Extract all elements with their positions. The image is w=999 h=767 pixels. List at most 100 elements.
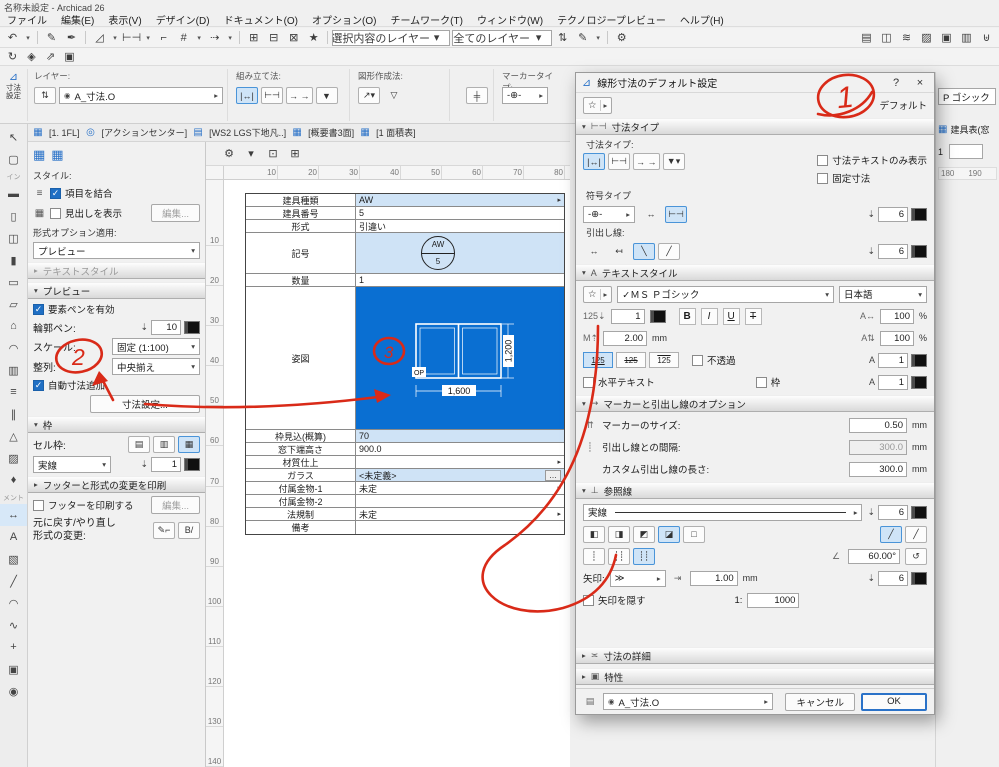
menu-design[interactable]: デザイン(D) [149, 12, 217, 27]
figure-tool-icon[interactable]: ▣ [0, 658, 27, 680]
outline-pen-control[interactable]: ⇣ 10 [140, 319, 200, 335]
tab-icon-menseki[interactable]: ▦ [359, 127, 371, 138]
menu-tech-preview[interactable]: テクノロジープレビュー [550, 12, 673, 27]
grid-snap-icon[interactable]: # [175, 30, 192, 46]
underline-button[interactable]: U [722, 307, 740, 325]
dim-type-elevation-icon[interactable]: → → [633, 153, 660, 170]
witness-slanted-icon[interactable]: ╱ [905, 525, 927, 543]
marker-witness-icon[interactable]: ⊢⊣ [665, 205, 687, 223]
tab-icon-gaiyou[interactable]: ▦ [291, 127, 303, 138]
font-color-swatch[interactable] [649, 309, 666, 323]
table-row[interactable]: 法規制 未定 ▸ [246, 508, 564, 521]
static-dimension-checkbox[interactable]: 固定寸法 [817, 171, 870, 185]
witness-dash-none-icon[interactable]: ┊ [583, 547, 605, 565]
snap-guides-icon[interactable]: ⊢⊣ [122, 30, 141, 46]
table-row[interactable]: 付属金物-2 [246, 495, 564, 508]
arrow-tool-icon[interactable]: ↖ [0, 126, 27, 148]
font-dropdown-fragment[interactable]: P ゴシック [938, 88, 996, 105]
fill-tool-icon[interactable]: ▧ [0, 548, 27, 570]
gear-icon[interactable]: ⚙ [220, 146, 238, 162]
tab-action-center[interactable]: [アクションセンター] [99, 126, 191, 139]
gravity-options-icon[interactable]: ▾ [226, 30, 234, 46]
arrowhead-dropdown[interactable]: ≫ ▸ [609, 569, 666, 587]
elevation-figure-cell[interactable]: 1,600 1,200 OP [356, 287, 564, 429]
marker-pen-control[interactable]: ⇣ 6 [867, 206, 927, 222]
value-input[interactable] [949, 144, 984, 159]
cell-border-horizontal-icon[interactable]: ▤ [128, 436, 150, 453]
door-tool-icon[interactable]: ▯ [0, 205, 27, 227]
expand-arrow-icon[interactable]: ▸ [557, 484, 561, 492]
section-preview[interactable]: ▾ プレビュー [28, 282, 205, 299]
witness-line-button[interactable]: ╪ [466, 87, 488, 104]
leader-auto-icon[interactable]: ↤ [608, 243, 630, 260]
section-marker-options[interactable]: ▾ ↦ マーカーと引出し線のオプション [576, 395, 934, 412]
zone-tool-icon[interactable]: ▨ [0, 447, 27, 469]
opaque-checkbox[interactable]: 不透過 [692, 353, 736, 367]
gear-options-icon[interactable]: ▾ [242, 146, 260, 162]
undo-options-icon[interactable]: ▾ [24, 30, 32, 46]
arc-tool-icon[interactable]: ◠ [0, 592, 27, 614]
help-button[interactable]: ? [888, 77, 904, 89]
dim-type-linear-icon[interactable]: |↔| [583, 153, 605, 170]
table-row[interactable]: ガラス <未定義>… [246, 469, 564, 482]
composites-icon[interactable]: ◫ [878, 30, 895, 46]
text-below-line-chip[interactable]: 125 [649, 352, 679, 368]
tab-ws2[interactable]: [WS2 LGS下地凡..] [206, 126, 289, 139]
line-tool-icon[interactable]: ╱ [0, 570, 27, 592]
scale-dropdown[interactable]: 固定 (1:100) ▾ [112, 338, 200, 355]
dim-type-marker-icon[interactable]: ▼▾ [662, 153, 685, 170]
section-dimension-type[interactable]: ▾ ⊢⊣ 寸法タイプ [576, 118, 934, 135]
witness-perpendicular-icon[interactable]: ╱ [880, 525, 902, 543]
wall-tool-icon[interactable]: ▬ [0, 183, 27, 205]
more-button[interactable]: … [545, 469, 561, 481]
redo-format-icon[interactable]: B/ [178, 521, 200, 539]
text-tool-icon[interactable]: A [0, 526, 27, 548]
cell-border-vertical-icon[interactable]: ▥ [153, 436, 175, 453]
slab-tool-icon[interactable]: ▱ [0, 293, 27, 315]
close-button[interactable]: × [912, 77, 928, 89]
section-witness-line[interactable]: ▾ ⊥ 参照線 [576, 482, 934, 499]
marker-type-dropdown[interactable]: -⊕- ▸ [583, 205, 635, 223]
dim-elevation-icon[interactable]: → → [286, 87, 313, 104]
marker-plain-icon[interactable]: ↔ [640, 206, 662, 223]
line-types-icon[interactable]: ≋ [898, 30, 915, 46]
table-row[interactable]: 形式 引違い [246, 220, 564, 233]
section-dimension-details[interactable]: ▸ ≍ 寸法の詳細 [576, 647, 934, 664]
split-view-icon[interactable]: ⊞ [286, 146, 304, 162]
ratio-input[interactable]: 1000 [747, 592, 800, 608]
shell-tool-icon[interactable]: ◠ [0, 337, 27, 359]
witness-none-icon[interactable]: □ [683, 525, 705, 543]
organizer-icon[interactable]: ▣ [61, 49, 78, 65]
table-row[interactable]: 材質仕上 ▸ [246, 456, 564, 469]
dim-marker-icon[interactable]: ▼ [315, 87, 338, 104]
snap-point-icon[interactable]: ⌐ [155, 30, 172, 46]
tab-gaiyousho[interactable]: [概要書3面] [305, 126, 357, 139]
print-footer-checkbox[interactable]: フッターを印刷する [33, 498, 134, 512]
dimension-tool-icon[interactable]: ↔ [0, 504, 27, 526]
ok-button[interactable]: OK [861, 692, 927, 711]
pen-tool-icon[interactable]: ✎ [574, 30, 591, 46]
menu-help[interactable]: ヘルプ(H) [673, 12, 731, 27]
dim-linear-icon[interactable]: |↔| [236, 87, 258, 104]
ruler-icon[interactable]: ◿ [91, 30, 108, 46]
drawing-canvas[interactable]: 建具種類 AW ▸ 建具番号 5 形式 引違い 記号 AW 5 数量 1 姿図 … [224, 180, 570, 767]
merge-items-checkbox[interactable]: 項目を結合 [50, 186, 113, 200]
favorites-icon[interactable]: ⊎ [978, 30, 995, 46]
publish-icon[interactable]: ⇗ [42, 49, 59, 65]
table-row[interactable]: 備考 [246, 521, 564, 534]
marquee-tool-icon[interactable]: ▢ [0, 148, 27, 170]
italic-button[interactable]: I [700, 307, 718, 325]
format-option-dropdown[interactable]: プレビュー ▾ [33, 242, 200, 259]
language-dropdown[interactable]: 日本語 ▾ [839, 285, 927, 303]
section-frame[interactable]: ▾ 枠 [28, 416, 205, 433]
profile-manager-icon[interactable]: ▣ [938, 30, 955, 46]
railing-tool-icon[interactable]: ∥ [0, 403, 27, 425]
letter-width-input[interactable]: 100 [879, 308, 914, 324]
align-dropdown[interactable]: 中央揃え ▾ [112, 358, 200, 375]
dim-text-only-checkbox[interactable]: 寸法テキストのみ表示 [817, 153, 927, 167]
undo-icon[interactable]: ↶ [4, 30, 21, 46]
leader-custom-icon[interactable]: ╱ [658, 242, 680, 260]
fill-types-icon[interactable]: ▨ [918, 30, 935, 46]
menu-options[interactable]: オプション(O) [305, 12, 383, 27]
layer-dropdown[interactable]: ◉ A_寸法.O ▸ [59, 87, 223, 104]
